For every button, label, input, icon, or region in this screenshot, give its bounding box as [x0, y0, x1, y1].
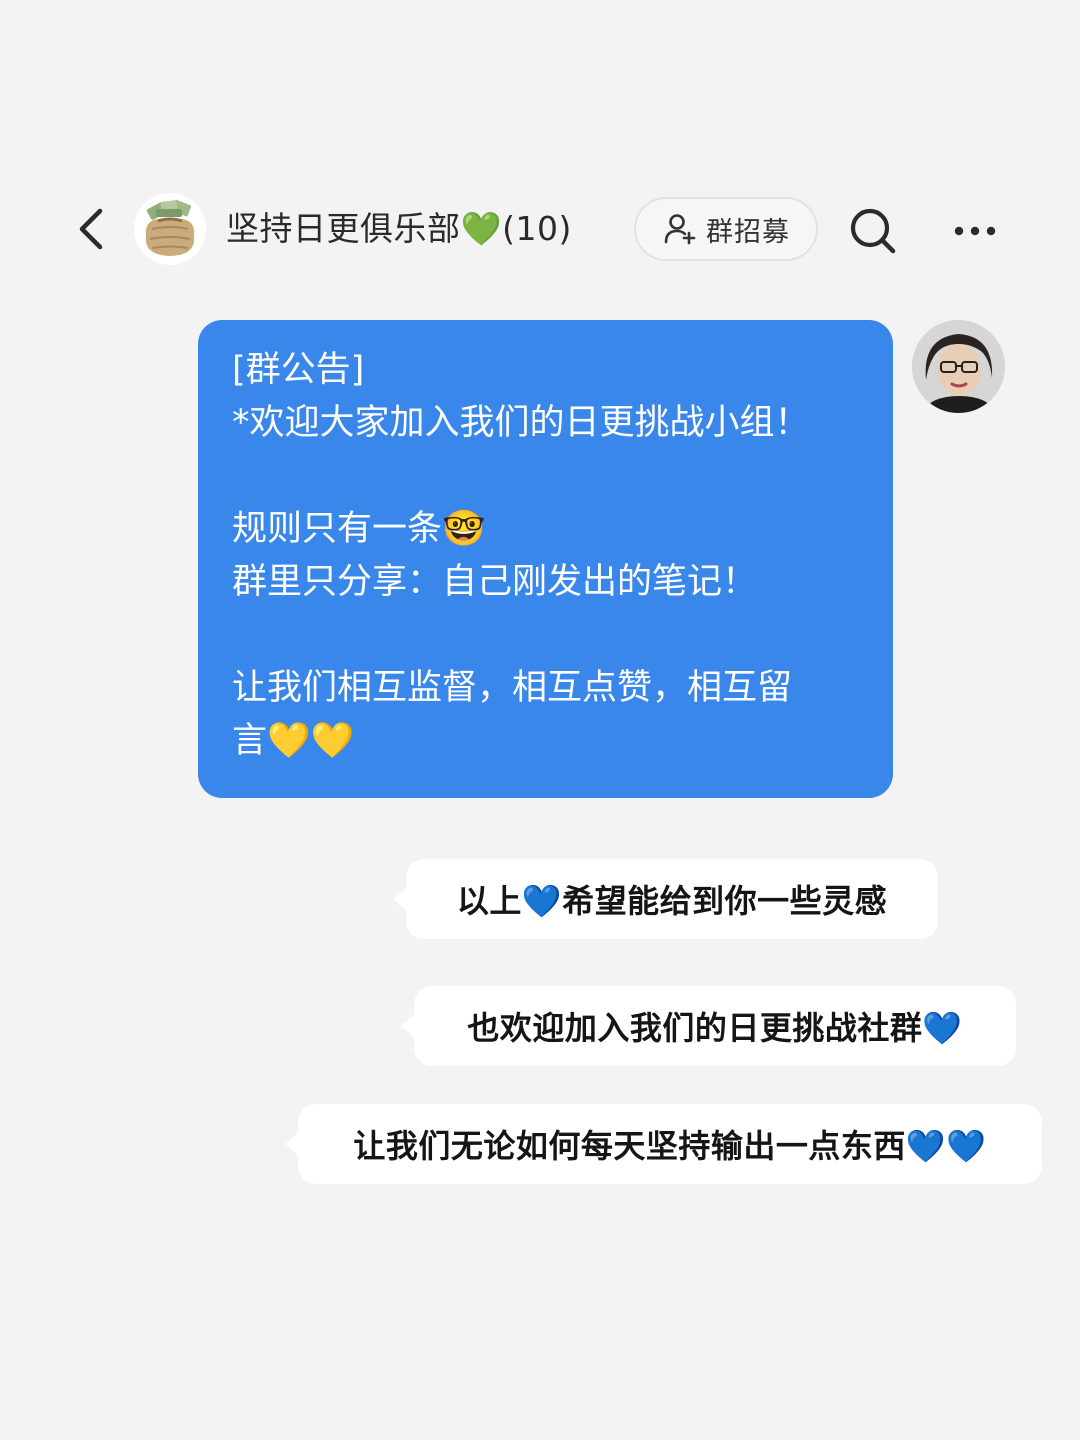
- announcement-spacer: [232, 609, 859, 662]
- recruit-label: 群招募: [706, 216, 790, 248]
- search-button[interactable]: [846, 204, 900, 258]
- back-button[interactable]: [66, 204, 116, 254]
- sender-avatar[interactable]: [912, 320, 1005, 413]
- announcement-bubble[interactable]: [群公告] *欢迎大家加入我们的日更挑战小组！ 规则只有一条🤓 群里只分享：自己…: [198, 320, 893, 798]
- announcement-line: 群里只分享：自己刚发出的笔记！: [232, 562, 758, 602]
- announcement-line: 规则只有一条🤓: [232, 509, 486, 549]
- chat-header: 坚持日更俱乐部💚(10) 群招募: [0, 180, 1080, 280]
- announcement-line: 让我们相互监督，相互点赞，相互留: [232, 668, 793, 708]
- group-avatar[interactable]: [134, 193, 206, 265]
- money-bag-icon: [145, 199, 195, 256]
- group-title[interactable]: 坚持日更俱乐部💚(10): [226, 206, 572, 252]
- message-bubble[interactable]: 让我们无论如何每天坚持输出一点东西💙💙: [285, 1104, 1042, 1184]
- announcement-line: 言💛💛: [232, 721, 355, 761]
- announcement-spacer: [232, 450, 859, 503]
- announcement-tag: [群公告]: [232, 350, 365, 390]
- group-recruit-button[interactable]: 群招募: [634, 197, 818, 261]
- more-options-button[interactable]: [946, 204, 1004, 258]
- user-portrait-icon: [912, 320, 1005, 413]
- message-bubble[interactable]: 以上💙希望能给到你一些灵感: [393, 859, 938, 939]
- search-icon: [850, 208, 896, 254]
- more-dots-icon: [954, 226, 996, 236]
- chevron-left-icon: [79, 208, 103, 250]
- message-bubble[interactable]: 也欢迎加入我们的日更挑战社群💙: [401, 986, 1016, 1066]
- announcement-line: *欢迎大家加入我们的日更挑战小组！: [232, 403, 810, 443]
- add-person-icon: [664, 214, 696, 245]
